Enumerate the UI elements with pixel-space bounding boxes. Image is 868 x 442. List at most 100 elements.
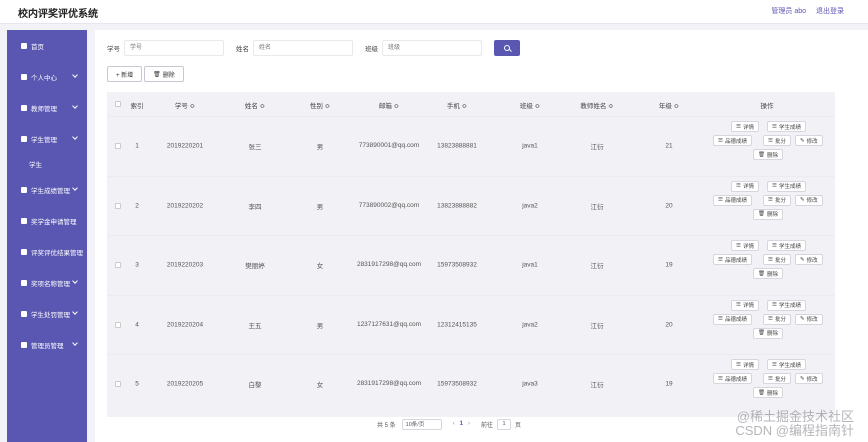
action-label: 修改 [806,198,818,204]
logout-link[interactable]: 退出登录 [816,8,844,15]
detail-button[interactable]: ☰ 详情 [731,359,759,370]
list-icon: ☰ [772,242,777,249]
select-all-checkbox[interactable] [115,101,121,107]
watermark-line-2: CSDN @编程指南针 [735,423,854,438]
prev-page-button[interactable]: ‹ [453,421,455,427]
delete-button[interactable]: 🗑 删除 [144,66,184,82]
row-delete-button[interactable]: 🗑 删除 [753,327,783,339]
review-button[interactable]: ☰ 批分 [763,373,791,384]
sidebar-item-label: 个人中心 [31,74,57,82]
award-score-button[interactable]: ☰ 品德成绩 [713,194,752,206]
cell-email: 773890002@qq.com [358,201,420,209]
review-button[interactable]: ☰ 批分 [763,135,791,146]
cell-email: 1237127631@qq.com [356,320,422,328]
action-label: 删除 [766,271,778,278]
pencil-icon: ✎ [800,137,805,144]
sidebar-item[interactable]: 评奖评优结果管理 [7,236,87,267]
column-header[interactable]: 年级 ≎ [659,100,679,110]
column-header[interactable]: 手机 ≎ [447,100,467,110]
grid-icon [21,279,27,286]
edit-button[interactable]: ✎ 修改 [795,373,823,384]
class-input[interactable] [382,40,482,56]
award-score-button[interactable]: ☰ 品德成绩 [713,254,752,265]
sidebar-item[interactable]: 学生管理 [7,123,87,154]
column-header: 索引 [130,103,144,110]
sidebar-item[interactable]: 个人中心 [7,61,87,92]
name-input[interactable] [253,40,353,56]
goto-page-input[interactable]: 1 [497,418,512,430]
table-row: 3 2019220203 樊丽婷 女 2831917298@qq.com 15973508… [107,235,835,294]
row-checkbox[interactable] [115,202,121,209]
list-icon: ☰ [736,242,741,249]
edit-button[interactable]: ✎ 修改 [795,135,823,146]
sidebar-item[interactable]: 教师管理 [7,92,87,123]
student-table: 索引 学号 ≎ 姓名 ≎ 性别 ≎ 邮箱 ≎ 手机 ≎ 班级 ≎ 教师姓名 ≎ 年级 ≎ 操作 1… [107,92,835,417]
detail-button[interactable]: ☰ 详情 [731,299,759,311]
sidebar-item[interactable]: 首页 [7,30,87,61]
sidebar-item[interactable]: 奖学金申请管理 [7,205,87,236]
scores-button[interactable]: ☰ 学生成绩 [767,359,806,370]
goto-page-value: 1 [502,421,506,427]
current-page[interactable]: 1 [460,421,463,427]
scores-button[interactable]: ☰ 学生成绩 [767,299,806,311]
award-score-button[interactable]: ☰ 品德成绩 [713,135,752,146]
cell-name: 樊丽婷 [245,263,265,270]
sidebar-item[interactable]: 学生处罚管理 [7,298,87,329]
list-icon: ☰ [718,137,723,144]
trash-icon: 🗑 [758,389,765,396]
edit-button[interactable]: ✎ 修改 [795,254,823,265]
sidebar-item-label: 管理员管理 [31,342,64,350]
award-score-button[interactable]: ☰ 品德成绩 [713,373,752,384]
row-checkbox[interactable] [115,143,121,149]
award-score-button[interactable]: ☰ 品德成绩 [713,313,752,325]
row-checkbox[interactable] [115,321,121,328]
next-page-button[interactable]: › [468,421,470,427]
list-icon: ☰ [772,183,777,189]
row-delete-button[interactable]: 🗑 删除 [753,149,783,160]
student-no-input[interactable] [124,40,224,56]
cell-phone: 15973508932 [437,380,477,388]
edit-button[interactable]: ✎ 修改 [795,313,823,325]
column-header[interactable]: 性别 ≎ [310,100,330,110]
action-label: 删除 [766,331,778,337]
row-delete-button[interactable]: 🗑 删除 [753,268,783,279]
name-label: 姓名 [236,46,249,53]
column-header[interactable]: 姓名 ≎ [245,100,265,110]
review-button[interactable]: ☰ 批分 [763,194,791,206]
row-delete-button[interactable]: 🗑 删除 [753,208,783,220]
scores-button[interactable]: ☰ 学生成绩 [767,180,806,192]
cell-gender: 女 [316,382,324,389]
sidebar-item-label: 评奖评优结果管理 [31,249,83,257]
detail-button[interactable]: ☰ 详情 [731,121,759,132]
top-bar: 校内评奖评优系统 管理员 abo 退出登录 [0,0,868,24]
sidebar-item[interactable]: 学生成绩管理 [7,174,87,205]
column-header[interactable]: 班级 ≎ [520,100,540,110]
admin-user-link[interactable]: 管理员 abo [771,8,806,15]
detail-button[interactable]: ☰ 详情 [731,240,759,251]
sidebar-item[interactable]: 奖项名称管理 [7,267,87,298]
sidebar-item-label: 学生管理 [31,136,57,144]
column-header[interactable]: 邮箱 ≎ [379,100,399,110]
cell-student-no: 2019220202 [166,202,204,209]
row-checkbox[interactable] [115,381,121,387]
sidebar-subitem[interactable]: 学生 [7,154,87,174]
review-button[interactable]: ☰ 批分 [763,313,791,325]
column-header[interactable]: 学号 ≎ [175,100,195,110]
sidebar-item[interactable]: 管理员管理 [7,329,87,360]
cell-teacher: 江衍 [590,382,604,389]
edit-button[interactable]: ✎ 修改 [795,194,823,206]
action-label: 学生成绩 [778,124,801,131]
row-delete-button[interactable]: 🗑 删除 [753,387,783,398]
cell-gender: 女 [316,263,324,270]
scores-button[interactable]: ☰ 学生成绩 [767,240,806,251]
scores-button[interactable]: ☰ 学生成绩 [767,121,806,132]
goto-label: 前往 [481,422,494,429]
detail-button[interactable]: ☰ 详情 [731,180,759,192]
page-size-select[interactable]: 10条/页 [401,418,442,430]
cell-teacher: 江衍 [590,203,604,211]
row-checkbox[interactable] [115,262,121,268]
add-button[interactable]: + 新增 [107,66,143,82]
search-button[interactable] [494,40,520,56]
review-button[interactable]: ☰ 批分 [763,254,791,265]
column-header[interactable]: 教师姓名 ≎ [580,100,613,110]
